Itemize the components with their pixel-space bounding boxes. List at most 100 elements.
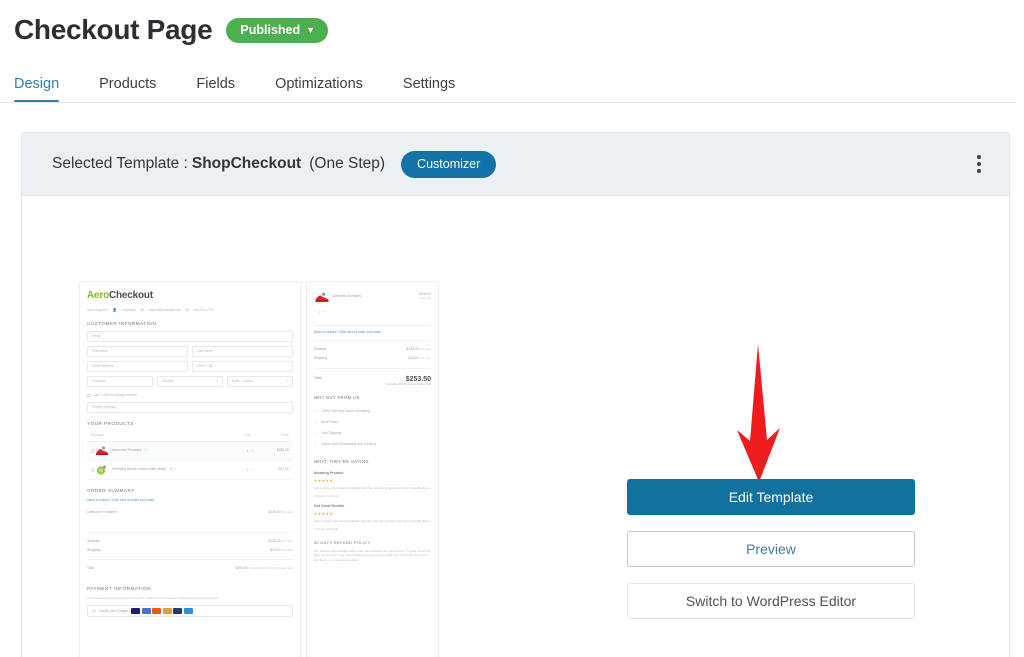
tab-design[interactable]: Design	[14, 72, 79, 103]
billing-address-checkbox[interactable]: Use a different billing address	[87, 393, 293, 398]
mastercard-icon	[152, 608, 162, 615]
town-city-field[interactable]: Town / City	[191, 360, 293, 372]
column-products: Products	[91, 433, 104, 438]
summary-subtotal: Subtotal $238.00 (incl. tax)	[87, 537, 293, 546]
testimonial-title: Amazing Product	[313, 471, 344, 475]
preview-button[interactable]: Preview	[627, 531, 915, 567]
customizer-button[interactable]: Customizer	[401, 150, 497, 178]
chevron-down-icon: ▼	[306, 25, 316, 35]
sidebar-qty-stepper[interactable]: − 1 +	[314, 310, 431, 315]
testimonial-author: Christine McHugh	[313, 526, 339, 531]
external-link-icon[interactable]: ↗	[144, 448, 147, 453]
support-bar: Need support? 👤 Helpdesk ✉ support@examp…	[87, 308, 293, 313]
tab-optimizations[interactable]: Optimizations	[275, 72, 383, 103]
product-name: Awesome Sneakers	[112, 448, 142, 453]
support-prompt: Need support?	[87, 307, 108, 312]
total-value: $253.50 (includes $39.20 United States T…	[235, 566, 293, 571]
billing-address-label: Use a different billing address	[93, 392, 137, 397]
check-icon: ✓	[313, 441, 318, 447]
email-field[interactable]: Email i	[87, 330, 293, 342]
state-county-select[interactable]: State / County ▾	[226, 375, 293, 387]
action-button-group: Edit Template Preview Switch to WordPres…	[627, 479, 915, 619]
customer-information-heading: CUSTOMER INFORMATION	[87, 320, 157, 326]
template-preview-thumbnail[interactable]: AeroCheckout Need support? 👤 Helpdesk ✉ …	[79, 281, 439, 657]
product-name-cell: Awesome Sneakers ↗	[95, 446, 233, 456]
chevron-down-icon: ▾	[216, 379, 218, 384]
qty-decrement-icon[interactable]: −	[314, 310, 316, 315]
check-icon: ✓	[313, 408, 318, 414]
qty-decrement-icon[interactable]: −	[242, 449, 244, 454]
qty-increment-icon[interactable]: +	[323, 310, 325, 315]
sidebar-shipping: Shipping $15.00 (incl. tax)	[314, 354, 431, 363]
info-icon: i	[287, 334, 288, 339]
external-link-icon[interactable]: ↗	[169, 467, 172, 472]
phone-field[interactable]: Phone (optional)	[87, 401, 293, 413]
red-down-arrow	[737, 344, 780, 482]
summary-value: $15.00 (incl. tax)	[408, 356, 431, 361]
email-field-placeholder: Email	[92, 333, 101, 338]
kebab-menu-icon[interactable]	[967, 147, 991, 181]
summary-label: Shipping	[313, 356, 328, 361]
sneaker-thumbnail-icon	[95, 446, 109, 456]
cream-jar-thumbnail-icon	[95, 465, 109, 475]
qty-decrement-icon[interactable]: −	[242, 468, 244, 473]
template-card-header: Selected Template : ShopCheckout (One St…	[22, 133, 1009, 196]
testimonials-heading: WHAT THEY'RE SAYING	[313, 458, 369, 464]
visa-icon	[131, 608, 141, 615]
column-price: Price	[281, 433, 289, 438]
switch-to-wordpress-editor-button[interactable]: Switch to WordPress Editor	[627, 583, 915, 619]
qty-value: 1	[246, 467, 249, 472]
why-buy-item: ✓ Best Prices	[313, 419, 338, 425]
divider	[313, 340, 431, 342]
sidebar-coupon-link[interactable]: Have a coupon? Click here to enter your …	[314, 330, 431, 335]
country-select[interactable]: Country ▾	[156, 375, 223, 387]
divider	[313, 324, 431, 326]
qty-increment-icon[interactable]: +	[252, 449, 254, 454]
star-rating-icon: ★★★★★	[313, 477, 334, 483]
star-rating-icon: ★★★★★	[313, 510, 334, 516]
sidebar-line-item: Awesome Sneakers $238.00 (incl. tax)	[314, 288, 431, 308]
first-name-field[interactable]: First name	[87, 345, 188, 357]
why-buy-item: ✓ Quick Order Processing and Tracking	[313, 441, 376, 447]
support-phone[interactable]: 844-940-2777	[194, 308, 214, 313]
refund-policy-heading: 30 DAYS REFUND POLICY	[313, 539, 371, 545]
last-name-field[interactable]: Last name	[191, 345, 293, 357]
state-select-value: State / County	[231, 378, 253, 383]
tab-products[interactable]: Products	[99, 72, 176, 103]
summary-value: $15.00 (incl. tax)	[270, 547, 293, 552]
qty-stepper[interactable]: − 1 +	[233, 468, 263, 473]
qty-increment-icon[interactable]: +	[252, 468, 254, 473]
refund-policy-body: You have to take enough risks in life, t…	[313, 548, 431, 563]
edit-template-button[interactable]: Edit Template	[627, 479, 915, 515]
coupon-link[interactable]: Have a coupon? Click here to enter your …	[87, 498, 293, 503]
support-email[interactable]: support@example.com	[148, 308, 181, 313]
radio-icon[interactable]	[92, 609, 96, 614]
preview-main-column: AeroCheckout Need support? 👤 Helpdesk ✉ …	[79, 281, 301, 657]
qty-stepper[interactable]: − 1 +	[233, 449, 263, 454]
summary-label: Awesome Sneakers	[87, 510, 118, 515]
discover-icon	[173, 608, 183, 615]
qty-value: 1	[318, 310, 321, 314]
table-row[interactable]: Awesome Sneakers ↗ − 1 + $238.00	[87, 442, 293, 462]
table-row[interactable]: Hydrating Repair Cream (After Mask) ↗ − …	[87, 461, 293, 481]
helpdesk-link[interactable]: Helpdesk	[122, 308, 135, 313]
testimonial-body: Add a testimonial should highlight why t…	[313, 485, 431, 490]
payment-method-label: Credit Card (Stripe)	[99, 608, 129, 613]
visa-electron-icon	[141, 608, 151, 615]
page-header: Checkout Page Published ▼	[0, 0, 1024, 46]
postcode-field[interactable]: Postcode	[87, 375, 153, 387]
why-buy-item: ✓ Fast Shipping	[313, 430, 342, 436]
street-address-field[interactable]: Street address	[87, 360, 188, 372]
logo-part-2: Checkout	[108, 290, 153, 301]
tab-settings[interactable]: Settings	[403, 72, 475, 103]
payment-note: All transactions are secure and encrypte…	[87, 596, 220, 601]
sidebar-item-name: Awesome Sneakers	[331, 294, 362, 299]
qty-value: 1	[246, 448, 249, 453]
summary-label: Subtotal	[313, 347, 327, 352]
divider	[87, 531, 293, 533]
your-products-heading: YOUR PRODUCTS	[87, 420, 134, 426]
status-badge[interactable]: Published ▼	[226, 17, 329, 43]
checkbox-icon	[87, 393, 91, 398]
payment-method-row[interactable]: Credit Card (Stripe)	[87, 605, 293, 618]
tab-fields[interactable]: Fields	[196, 72, 255, 103]
